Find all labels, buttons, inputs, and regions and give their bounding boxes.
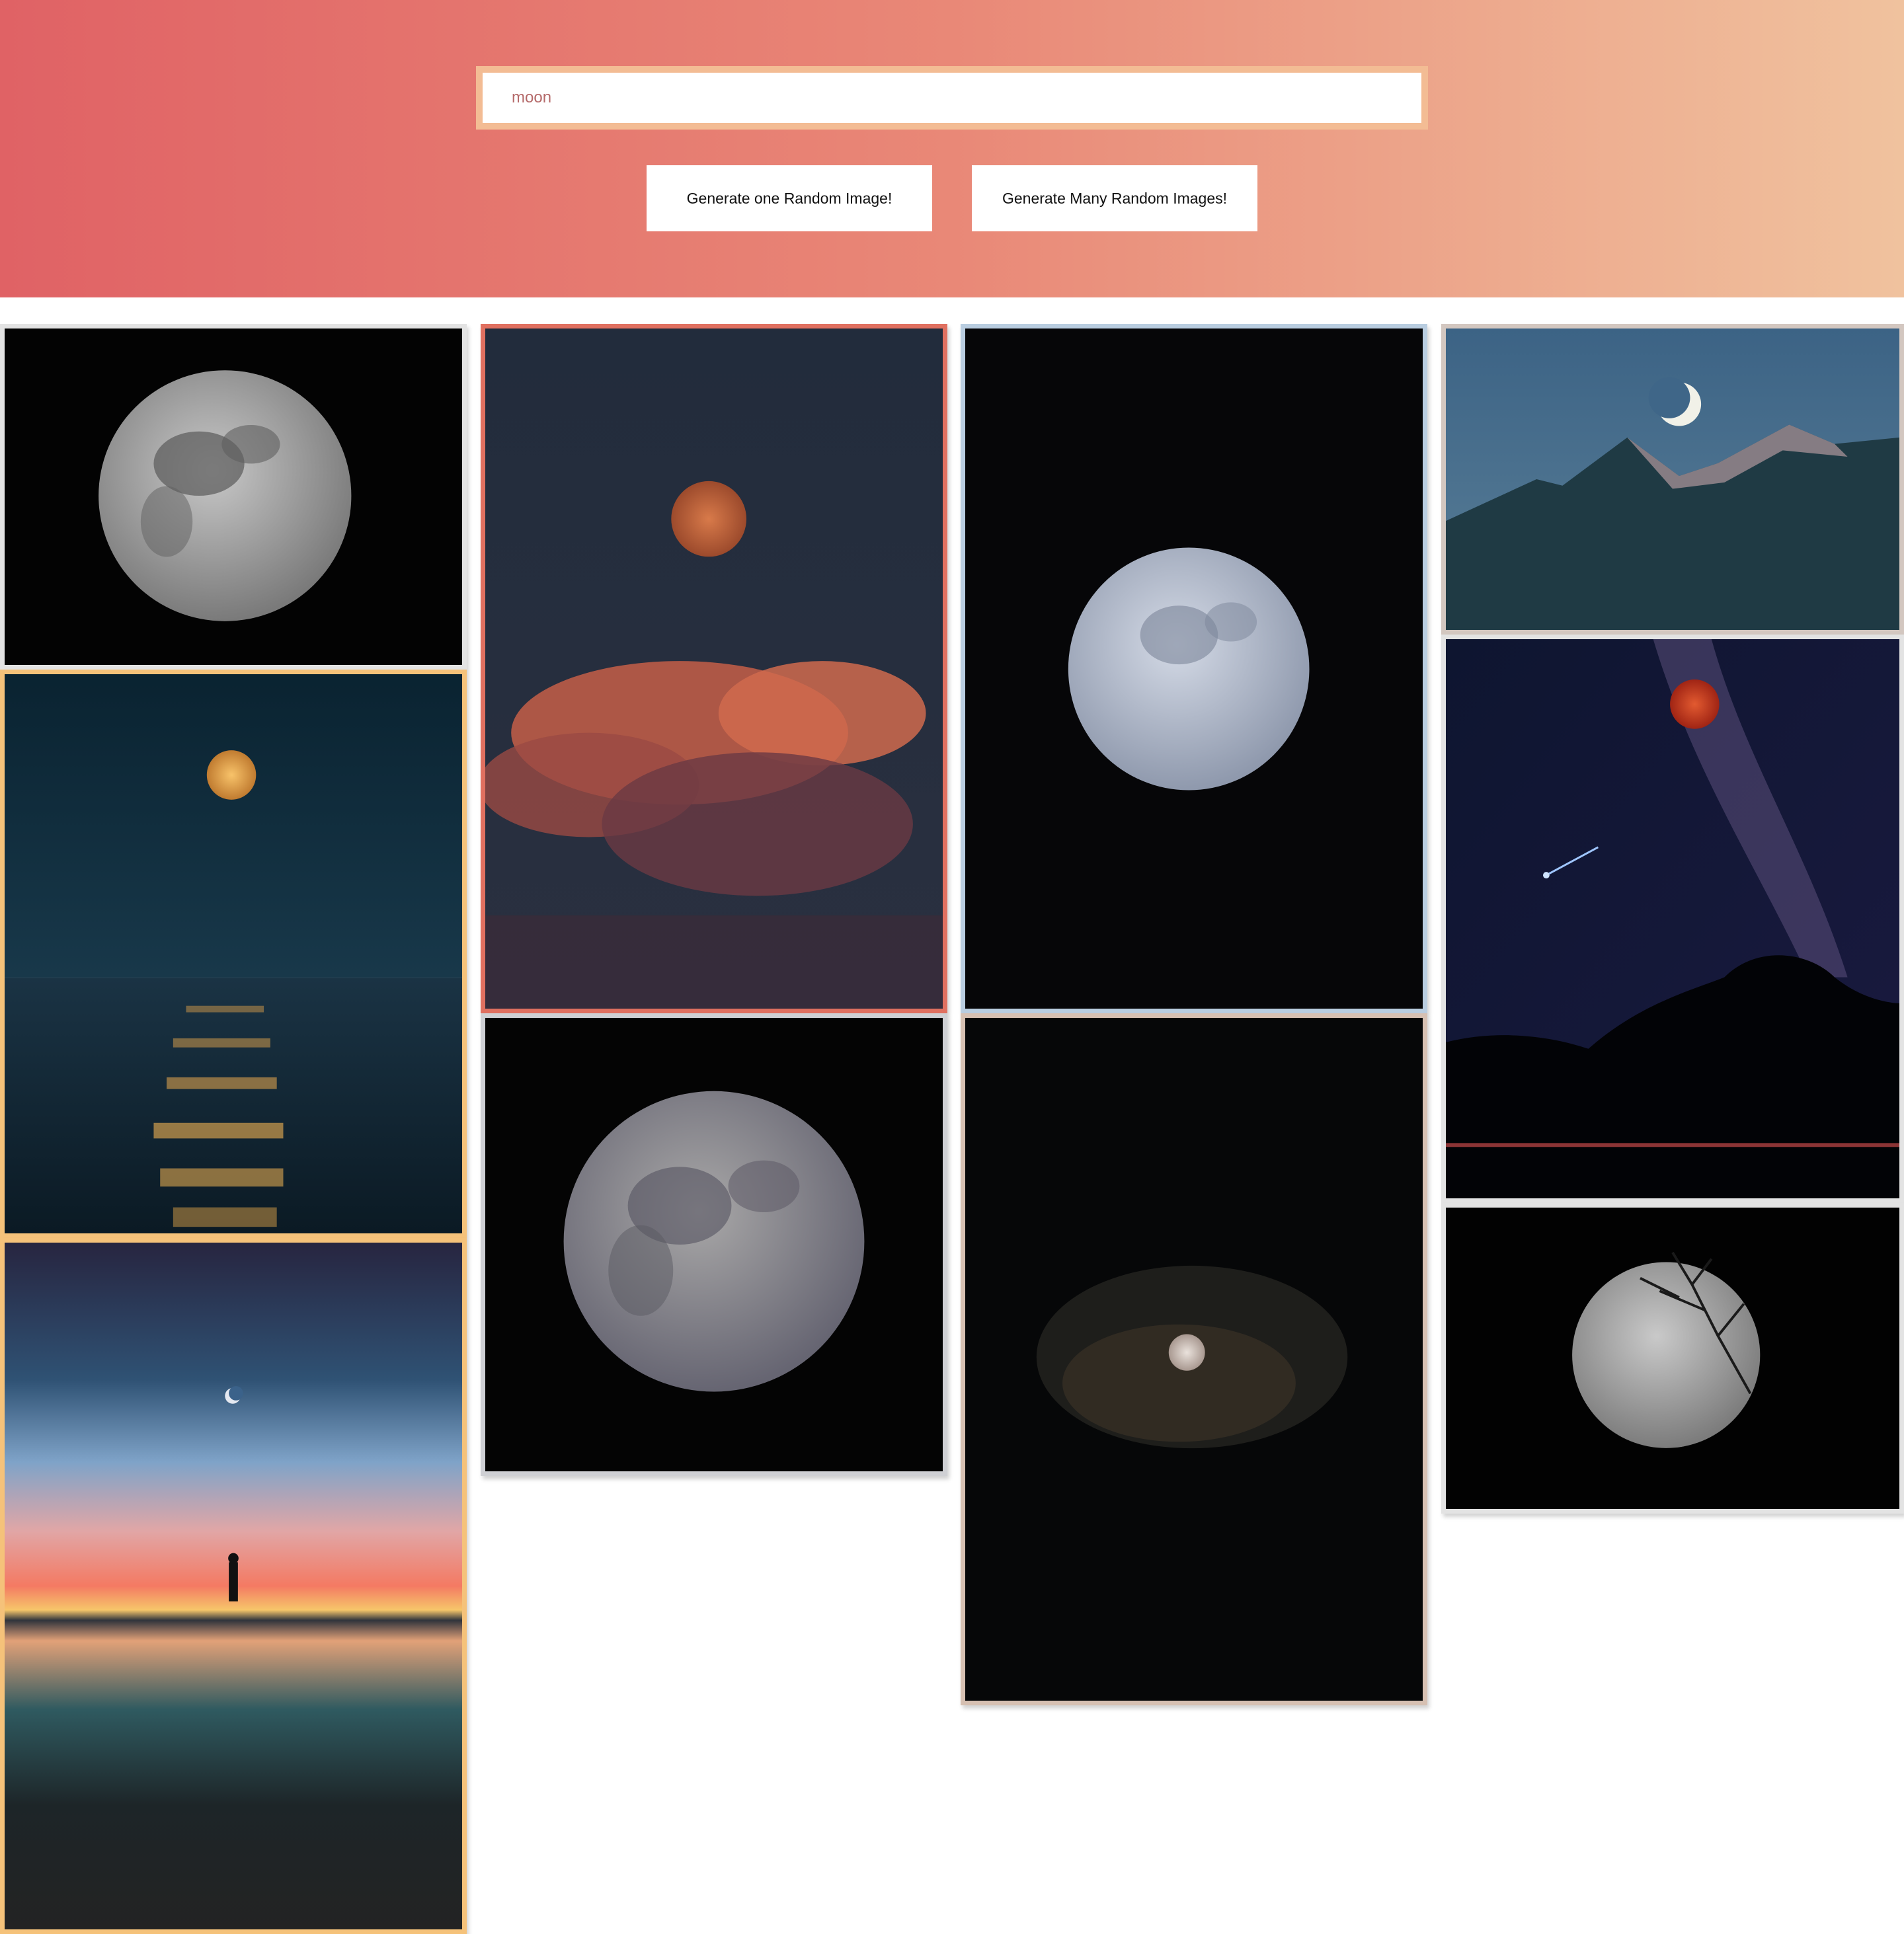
header-banner: Generate one Random Image! Generate Many… (0, 0, 1904, 297)
gallery-image[interactable] (0, 324, 467, 670)
search-input[interactable] (483, 73, 1421, 123)
generate-many-button[interactable]: Generate Many Random Images! (972, 165, 1257, 231)
gallery-image[interactable] (1441, 324, 1904, 635)
moon-tree-branches-image (1446, 1208, 1899, 1509)
full-moon-image (5, 329, 462, 665)
gallery-image[interactable] (961, 1013, 1427, 1705)
gallery-image[interactable] (481, 1013, 947, 1476)
sunset-silhouette-image (5, 1243, 462, 1929)
crescent-mountain-image (1446, 329, 1899, 630)
gallery-image[interactable] (481, 324, 947, 1013)
gallery-image[interactable] (0, 670, 467, 1238)
moon-dark-clouds-image (965, 1018, 1423, 1701)
gallery-image[interactable] (961, 324, 1427, 1013)
red-moon-clouds-image (485, 329, 943, 1009)
gallery-image[interactable] (1441, 635, 1904, 1203)
full-moon-closeup-image (485, 1018, 943, 1471)
moon-sea-image (5, 674, 462, 1233)
search-box (476, 66, 1428, 130)
blue-full-moon-image (965, 329, 1423, 1009)
blood-moon-milky-way-image (1446, 639, 1899, 1198)
gallery-image[interactable] (1441, 1203, 1904, 1514)
gallery-image[interactable] (0, 1238, 467, 1934)
generate-one-button[interactable]: Generate one Random Image! (647, 165, 932, 231)
